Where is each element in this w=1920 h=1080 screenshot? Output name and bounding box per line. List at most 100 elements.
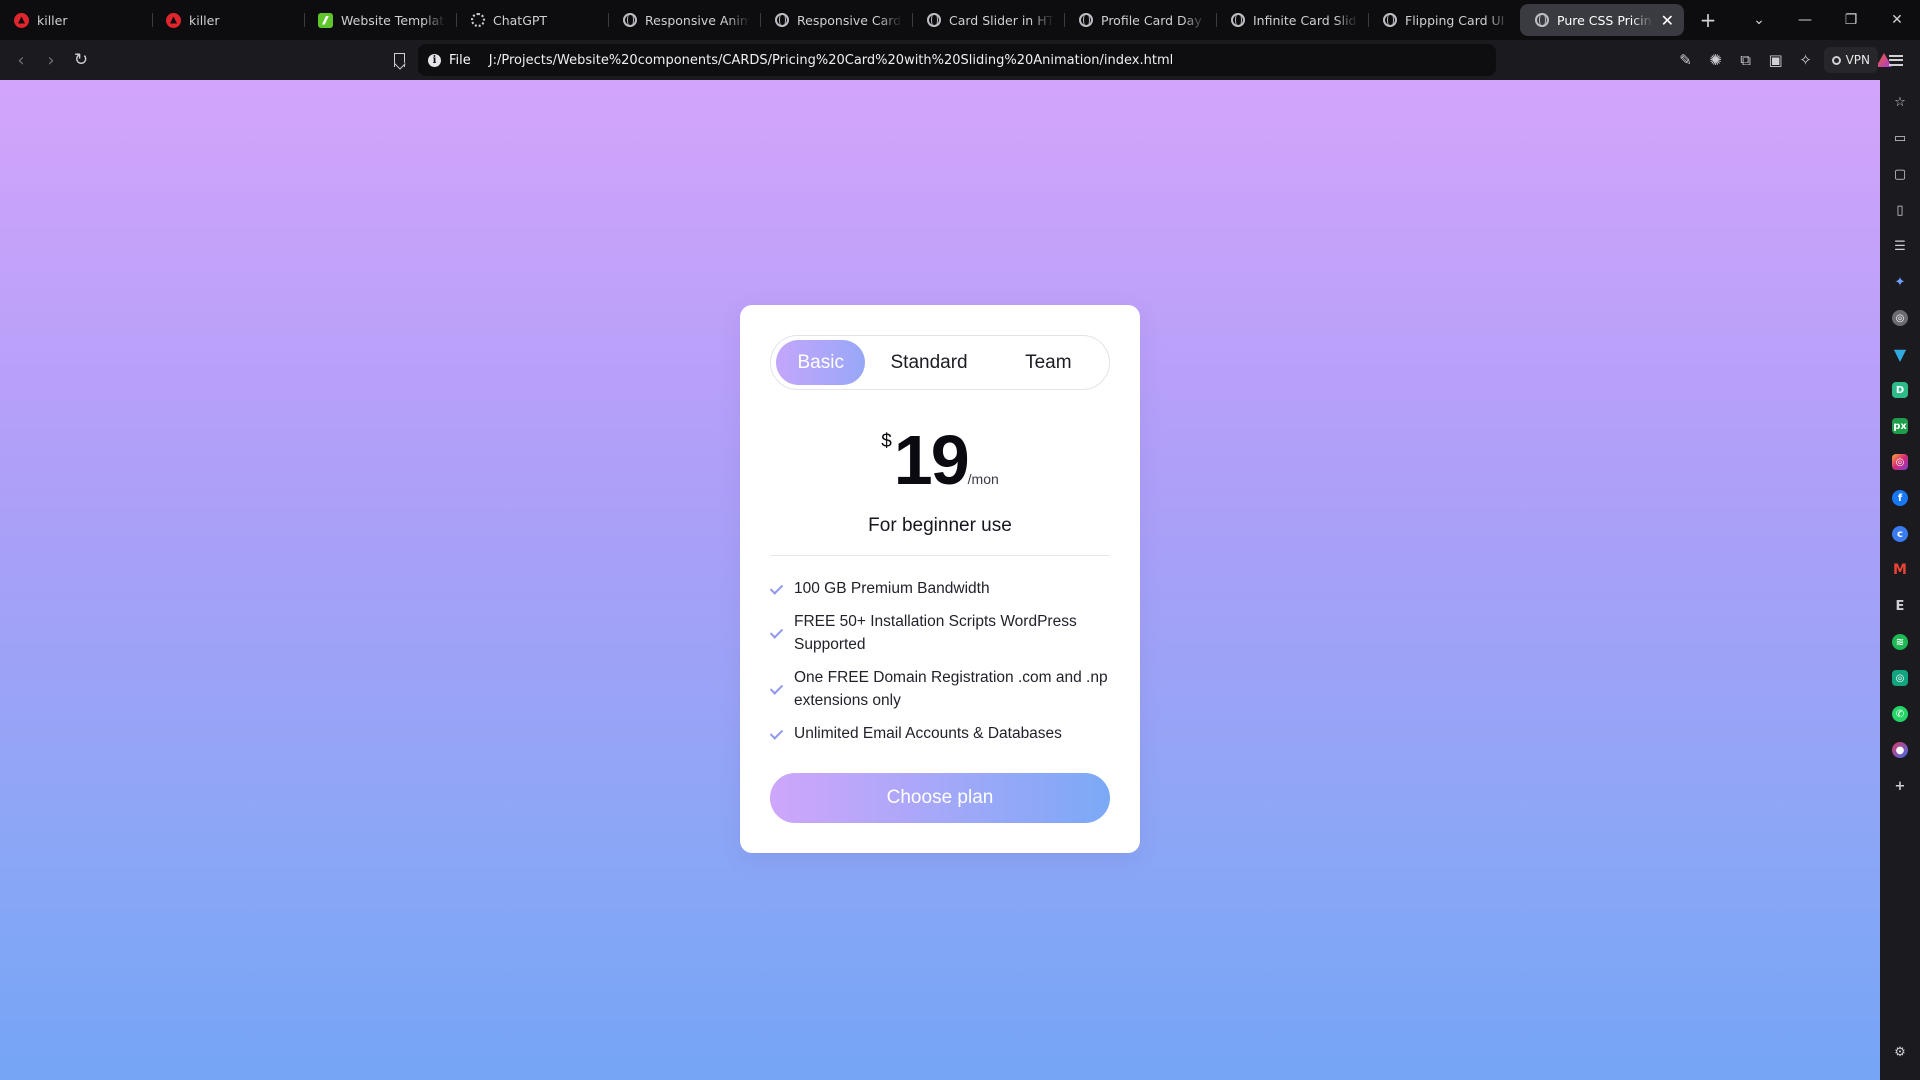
window-controls: ⌄ — ❐ ✕ (1736, 0, 1920, 40)
vpn-label: VPN (1845, 53, 1870, 67)
new-tab-button[interactable]: + (1690, 4, 1726, 36)
chatgpt-icon (470, 13, 485, 28)
tab-responsive-animation[interactable]: Responsive Animat (608, 4, 760, 36)
close-window-icon[interactable]: ✕ (1874, 0, 1920, 40)
price-period: /mon (967, 471, 999, 487)
tab-title: Responsive Animat (645, 12, 750, 28)
extension-ai-icon[interactable]: ✺ (1704, 48, 1728, 72)
tab-search-chevron-icon[interactable]: ⌄ (1736, 0, 1782, 40)
website-templates-icon (318, 12, 333, 28)
app-icon[interactable]: ● (1886, 736, 1914, 764)
plan-tagline: For beginner use (868, 515, 1012, 536)
tab-title: Flipping Card UI De (1405, 12, 1510, 28)
settings-gear-icon[interactable]: ⚙ (1886, 1038, 1914, 1066)
spotify-icon[interactable]: ≋ (1886, 628, 1914, 656)
brave-icon (14, 12, 29, 28)
gmail-icon[interactable]: M (1886, 556, 1914, 584)
tab-responsive-card[interactable]: Responsive Card De (760, 4, 912, 36)
video-icon[interactable]: ▭ (1886, 124, 1914, 152)
close-tab-icon[interactable]: ✕ (1661, 11, 1674, 30)
tab-title: Card Slider in HTML (949, 12, 1054, 28)
tab-infinite-card-slider[interactable]: Infinite Card Slider (1216, 4, 1368, 36)
tab-title: Profile Card Day Ni (1101, 12, 1206, 28)
globe-icon (926, 13, 941, 28)
browser-sidebar: ☆ ▭ ▢ ▯ ☰ ✦ ◎ ▼ D px ◎ f c M E ≋ ◎ ✆ ● +… (1880, 80, 1920, 1080)
star-icon[interactable]: ☆ (1886, 88, 1914, 116)
wallet-icon[interactable]: ▢ (1886, 160, 1914, 188)
reload-icon[interactable]: ↻ (66, 45, 96, 75)
tab-profile-card[interactable]: Profile Card Day Ni (1064, 4, 1216, 36)
minimize-icon[interactable]: — (1782, 0, 1828, 40)
restore-icon[interactable]: ❐ (1828, 0, 1874, 40)
feature-text: Unlimited Email Accounts & Databases (794, 725, 1062, 742)
price: $19/mon (740, 425, 1140, 495)
price-currency: $ (881, 431, 892, 452)
url-text[interactable]: J:/Projects/Website%20components/CARDS/P… (489, 53, 1173, 68)
brave-icon (166, 12, 181, 28)
feature-item: FREE 50+ Installation Scripts WordPress … (770, 610, 1110, 656)
tab-title: ChatGPT (493, 12, 548, 28)
tab-list: killer killer Website Templates ChatGPT … (0, 0, 1684, 40)
toolbar-actions: ✎ ✺ ⧉ ▣ ✧ VPN (1674, 45, 1908, 75)
tab-title: Infinite Card Slider (1253, 12, 1358, 28)
app-icon[interactable]: ◎ (1886, 304, 1914, 332)
bookmark-icon[interactable] (384, 45, 414, 75)
price-amount: 19 (893, 421, 970, 499)
add-icon[interactable]: + (1886, 772, 1914, 800)
feature-text: One FREE Domain Registration .com and .n… (794, 669, 1108, 709)
vpn-status-icon (1831, 55, 1841, 65)
back-icon[interactable]: ‹ (6, 45, 36, 75)
leo-ai-icon[interactable]: ✧ (1794, 48, 1818, 72)
pricing-card: Basic Standard Team $19/mon For beginner… (740, 305, 1140, 853)
facebook-icon[interactable]: f (1886, 484, 1914, 512)
forward-icon[interactable]: › (36, 45, 66, 75)
app-icon[interactable]: ▼ (1886, 340, 1914, 368)
globe-icon (1078, 13, 1093, 28)
tab-pricing-card-active[interactable]: Pure CSS Pricin ✕ (1520, 4, 1684, 36)
feature-item: 100 GB Premium Bandwidth (770, 577, 1110, 600)
check-icon (770, 582, 784, 596)
choose-plan-button[interactable]: Choose plan (770, 773, 1110, 823)
tab-title: Website Templates (341, 12, 446, 28)
tab-title: Pure CSS Pricin (1557, 12, 1652, 28)
tab-website-templates[interactable]: Website Templates (304, 4, 456, 36)
feature-list: 100 GB Premium Bandwidth FREE 50+ Instal… (770, 577, 1110, 755)
extensions-icon[interactable]: ⧉ (1734, 48, 1758, 72)
feature-text: FREE 50+ Installation Scripts WordPress … (794, 613, 1077, 653)
app-icon[interactable]: c (1886, 520, 1914, 548)
address-bar[interactable]: i File J:/Projects/Website%20components/… (418, 44, 1892, 76)
tab-killer-2[interactable]: killer (152, 4, 304, 36)
plan-tab-basic[interactable]: Basic (776, 340, 866, 385)
tab-flipping-card[interactable]: Flipping Card UI De (1368, 4, 1520, 36)
reading-list-icon[interactable]: ☰ (1886, 232, 1914, 260)
tab-killer-1[interactable]: killer (0, 4, 152, 36)
tab-title: killer (37, 12, 68, 28)
bookmarks-icon[interactable]: ▯ (1886, 196, 1914, 224)
pen-icon[interactable]: ✎ (1674, 48, 1698, 72)
app-icon[interactable]: D (1886, 376, 1914, 404)
check-icon (770, 727, 784, 741)
feature-item: Unlimited Email Accounts & Databases (770, 722, 1110, 745)
globe-icon (622, 13, 637, 28)
check-icon (770, 682, 784, 696)
app-icon[interactable]: px (1886, 412, 1914, 440)
wallet-icon[interactable]: ▣ (1764, 48, 1788, 72)
menu-icon[interactable] (1884, 48, 1908, 72)
app-icon[interactable]: E (1886, 592, 1914, 620)
globe-icon (774, 13, 789, 28)
site-info-icon[interactable]: i (428, 53, 441, 67)
tab-card-slider[interactable]: Card Slider in HTML (912, 4, 1064, 36)
vpn-button[interactable]: VPN (1823, 47, 1878, 73)
whatsapp-icon[interactable]: ✆ (1886, 700, 1914, 728)
divider (770, 555, 1110, 556)
plan-tab-standard[interactable]: Standard (865, 340, 992, 385)
leo-ai-icon[interactable]: ✦ (1886, 268, 1914, 296)
tab-title: Responsive Card De (797, 12, 902, 28)
instagram-icon[interactable]: ◎ (1886, 448, 1914, 476)
tab-chatgpt[interactable]: ChatGPT (456, 4, 608, 36)
app-icon[interactable]: ◎ (1886, 664, 1914, 692)
url-scheme-label: File (449, 52, 471, 68)
plan-tab-team[interactable]: Team (993, 340, 1104, 385)
feature-item: One FREE Domain Registration .com and .n… (770, 666, 1110, 712)
globe-icon (1382, 13, 1397, 28)
